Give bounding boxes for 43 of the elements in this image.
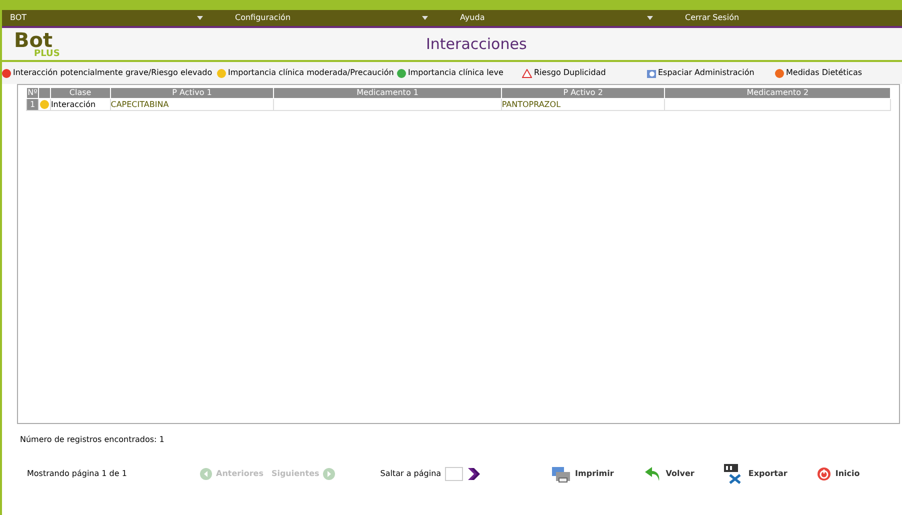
legend-label: Interacción potencialmente grave/Riesgo elevado: [13, 67, 212, 79]
caret-icon: [422, 16, 428, 20]
column-header: Medicamento 2: [664, 88, 890, 98]
next-icon: [323, 468, 336, 480]
column-header: Medicamento 1: [274, 88, 502, 98]
legend-label: Importancia clínica moderada/Precaución: [228, 67, 394, 79]
page-title: Interacciones: [426, 34, 527, 55]
warning-icon: [522, 68, 532, 78]
column-header: P Activo 2: [501, 88, 665, 98]
records-count: Número de registros encontrados: 1: [20, 434, 166, 446]
menu-item[interactable]: BOT: [10, 12, 27, 24]
column-header: Nº: [26, 88, 38, 98]
back-button[interactable]: Volver: [644, 463, 694, 485]
legend-label: Importancia clínica leve: [408, 67, 504, 79]
row-number: 1: [26, 98, 38, 110]
legend-label: Riesgo Duplicidad: [534, 67, 606, 79]
back-arrow-icon: [644, 466, 662, 482]
page-info: Mostrando página 1 de 1: [27, 468, 128, 480]
legend-label: Medidas Dietéticas: [786, 67, 862, 79]
table-cell: PANTOPRAZOL: [501, 98, 665, 110]
home-button[interactable]: Inicio: [817, 463, 860, 485]
column-header: Clase: [50, 88, 110, 98]
power-icon: [817, 467, 832, 481]
menu-item[interactable]: Ayuda: [460, 12, 485, 24]
legend-label: Espaciar Administración: [658, 67, 754, 79]
previous-icon: [200, 468, 212, 480]
table-cell: Interacción: [50, 98, 110, 110]
caret-icon: [197, 16, 203, 20]
go-icon[interactable]: [467, 467, 482, 481]
logo-subtext: PLUS: [34, 50, 61, 58]
logo-text: Bot: [14, 30, 53, 50]
jump-label: Saltar a página: [380, 468, 442, 480]
column-header: P Activo 1: [110, 88, 274, 98]
menu-item[interactable]: Configuración: [235, 12, 291, 24]
menu-item[interactable]: Cerrar Sesión: [685, 12, 740, 24]
export-button[interactable]: Exportar: [724, 463, 788, 485]
calendar-icon: [647, 68, 656, 78]
column-header: [38, 88, 50, 98]
caret-icon: [647, 16, 653, 20]
table-cell: CAPECITABINA: [110, 98, 274, 110]
page-input[interactable]: [445, 467, 464, 481]
printer-icon: [551, 465, 572, 483]
print-button[interactable]: Imprimir: [551, 463, 614, 485]
